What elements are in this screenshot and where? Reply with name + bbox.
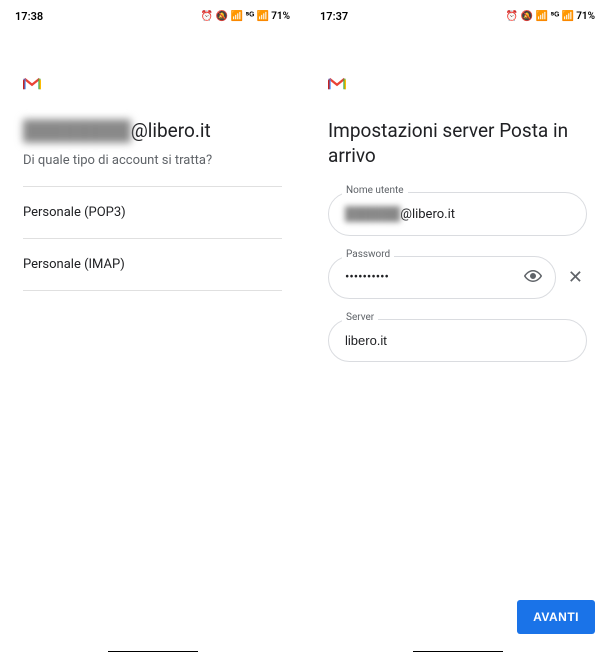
status-icons: ⏰ 🔕 📶 ⁵ᴳ 📶 (506, 11, 574, 22)
phone-screen-right: 17:37 ⏰ 🔕 📶 ⁵ᴳ 📶 71% Impostazioni server… (310, 5, 605, 652)
gmail-logo-icon (328, 77, 346, 91)
status-right: ⏰ 🔕 📶 ⁵ᴳ 📶 71% (201, 11, 290, 22)
phone-screen-left: 17:38 ⏰ 🔕 📶 ⁵ᴳ 📶 71% ████████@libero.it … (5, 5, 300, 652)
incoming-server-title: Impostazioni server Posta in arrivo (328, 119, 587, 168)
close-icon[interactable]: ✕ (564, 263, 587, 292)
option-imap[interactable]: Personale (IMAP) (23, 239, 282, 290)
clock: 17:38 (15, 10, 43, 23)
next-button[interactable]: AVANTI (517, 600, 595, 634)
server-field[interactable]: Server (328, 319, 587, 362)
option-pop3[interactable]: Personale (POP3) (23, 187, 282, 238)
email-title: ████████@libero.it (23, 119, 282, 143)
password-input[interactable]: •••••••••• (328, 256, 556, 299)
statusbar: 17:38 ⏰ 🔕 📶 ⁵ᴳ 📶 71% (5, 5, 300, 27)
status-right: ⏰ 🔕 📶 ⁵ᴳ 📶 71% (506, 11, 595, 22)
username-label: Nome utente (342, 185, 408, 196)
username-domain: @libero.it (400, 207, 455, 222)
password-value: •••••••••• (345, 270, 389, 285)
home-indicator[interactable] (108, 651, 198, 652)
username-field[interactable]: Nome utente ██████@libero.it (328, 192, 587, 236)
username-masked: ██████ (345, 207, 400, 222)
password-label: Password (342, 249, 394, 260)
content-right: Impostazioni server Posta in arrivo Nome… (310, 27, 605, 652)
eye-icon[interactable] (524, 267, 542, 289)
battery-text: 71% (576, 11, 595, 22)
email-masked: ████████ (23, 119, 131, 143)
content-left: ████████@libero.it Di quale tipo di acco… (5, 27, 300, 652)
statusbar: 17:37 ⏰ 🔕 📶 ⁵ᴳ 📶 71% (310, 5, 605, 27)
gmail-logo-icon (23, 77, 41, 91)
password-field[interactable]: Password •••••••••• (328, 256, 556, 299)
server-label: Server (342, 312, 378, 323)
clock: 17:37 (320, 10, 348, 23)
server-input[interactable] (328, 319, 587, 362)
email-domain: @libero.it (131, 119, 211, 142)
home-indicator[interactable] (413, 651, 503, 652)
battery-text: 71% (271, 11, 290, 22)
account-type-question: Di quale tipo di account si tratta? (23, 153, 282, 168)
status-icons: ⏰ 🔕 📶 ⁵ᴳ 📶 (201, 11, 269, 22)
username-input[interactable]: ██████@libero.it (328, 192, 587, 236)
divider (23, 290, 282, 291)
